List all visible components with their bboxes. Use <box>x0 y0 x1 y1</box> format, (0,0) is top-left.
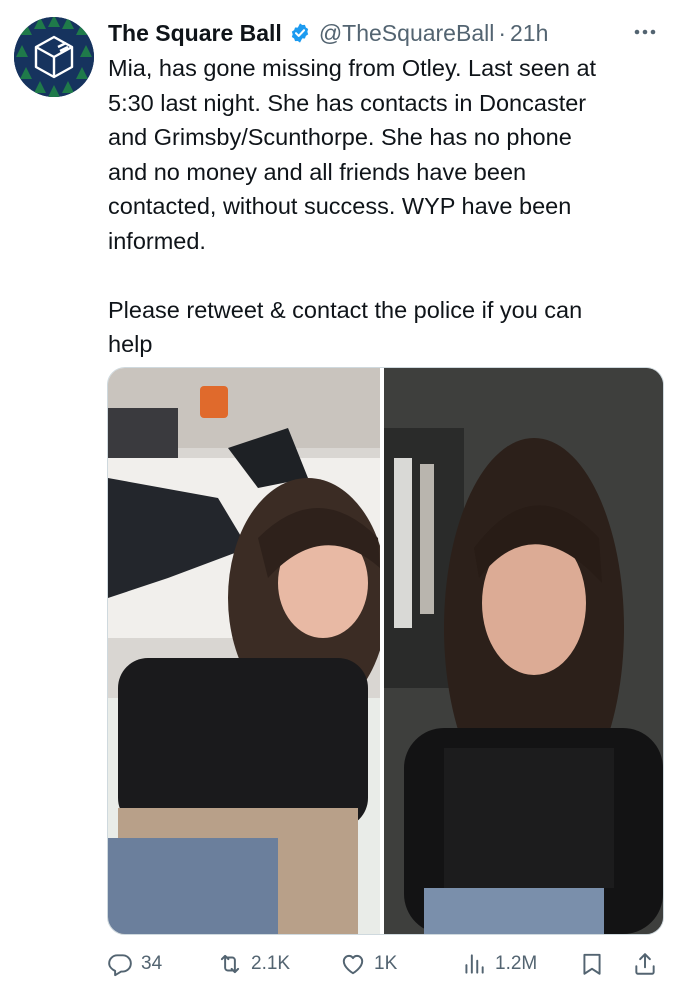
author-handle[interactable]: @TheSquareBall <box>319 20 495 47</box>
tweet-text: Mia, has gone missing from Otley. Last s… <box>108 55 597 357</box>
action-bar: 34 2.1K 1K 1.2M <box>107 947 663 981</box>
avatar[interactable] <box>14 17 94 97</box>
more-icon[interactable] <box>630 20 660 44</box>
like-button[interactable]: 1K <box>340 947 397 981</box>
author-display-name[interactable]: The Square Ball <box>108 20 282 47</box>
retweet-button[interactable]: 2.1K <box>217 947 290 981</box>
tweet-photo-2[interactable] <box>384 368 663 934</box>
reply-button[interactable]: 34 <box>107 947 162 981</box>
verified-badge-icon <box>289 22 311 44</box>
share-icon <box>632 951 658 977</box>
views-icon <box>461 951 487 977</box>
share-button[interactable] <box>632 947 658 981</box>
retweet-count: 2.1K <box>251 953 291 974</box>
views-count: 1.2M <box>495 953 538 974</box>
reply-icon <box>107 951 133 977</box>
header-separator: · <box>498 19 506 46</box>
heart-icon <box>340 951 366 977</box>
retweet-icon <box>217 951 243 977</box>
media-grid <box>107 367 664 935</box>
tweet-card[interactable]: The Square Ball @TheSquareBall · 21h Mia… <box>0 0 678 1000</box>
tweet-header: The Square Ball @TheSquareBall · 21h <box>108 16 664 50</box>
views-button[interactable]: 1.2M <box>461 947 537 981</box>
reply-count: 34 <box>141 953 163 974</box>
like-count: 1K <box>374 953 398 974</box>
tweet-timestamp[interactable]: 21h <box>510 20 548 47</box>
bookmark-icon <box>579 951 605 977</box>
tweet-photo-1[interactable] <box>108 368 380 934</box>
bookmark-button[interactable] <box>579 947 605 981</box>
